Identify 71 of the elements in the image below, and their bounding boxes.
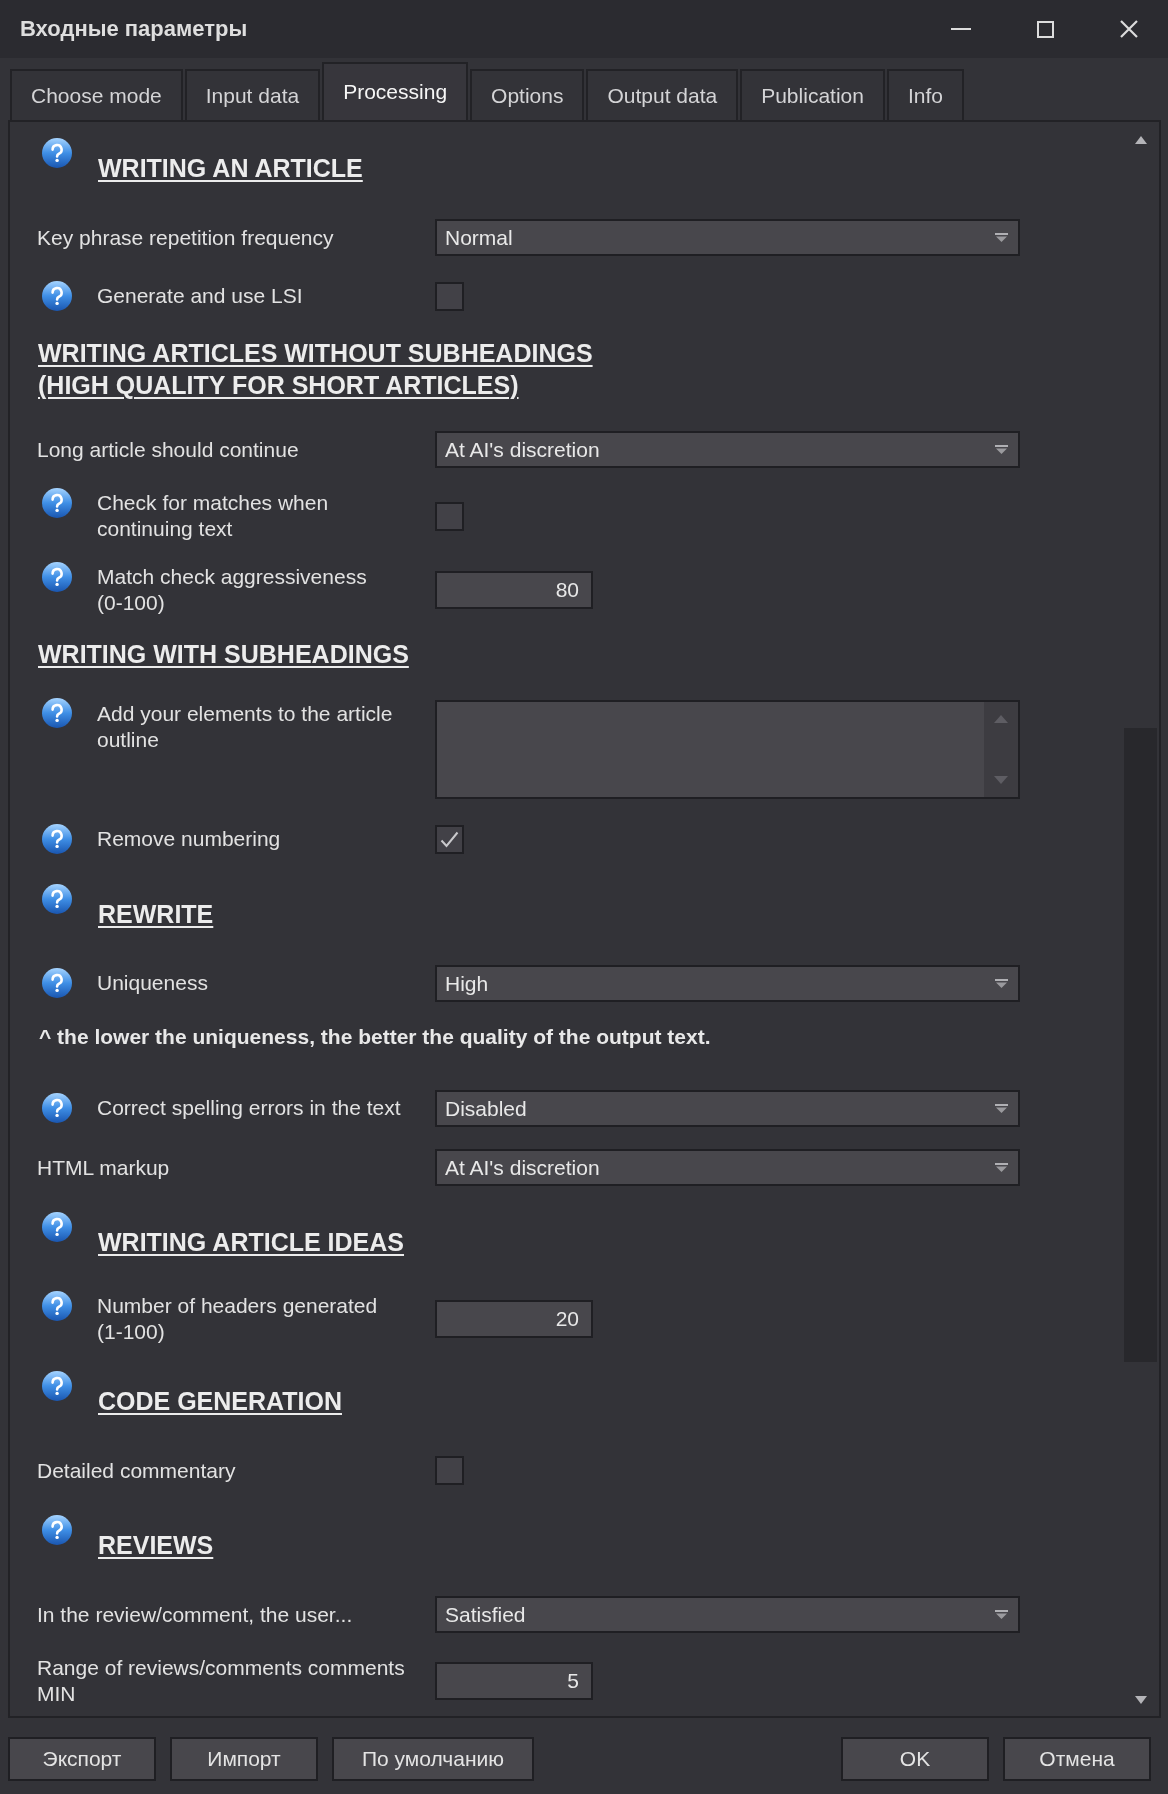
setting-label: Correct spelling errors in the text — [97, 1094, 401, 1121]
maximize-icon[interactable] — [1037, 20, 1054, 38]
setting-label: Add your elements to the article outline — [97, 701, 394, 753]
help-icon[interactable] — [42, 280, 72, 311]
tab[interactable]: Publication — [740, 69, 885, 120]
caret-icon — [995, 1610, 1008, 1619]
checkbox[interactable] — [435, 282, 464, 311]
help-icon[interactable] — [42, 488, 72, 518]
checkbox[interactable] — [435, 1456, 464, 1485]
help-icon[interactable] — [42, 1371, 72, 1401]
dropdown[interactable]: Disabled — [435, 1090, 1020, 1127]
dropdown[interactable]: High — [435, 965, 1020, 1002]
setting-label: In the review/comment, the user... — [37, 1601, 353, 1628]
section-heading: WRITING AN ARTICLE — [98, 153, 363, 184]
caret-icon — [995, 1163, 1008, 1172]
dropdown[interactable]: At AI's discretion — [435, 1149, 1020, 1186]
setting-label: Uniqueness — [97, 969, 208, 996]
dialog-button[interactable]: Экспорт — [8, 1737, 156, 1781]
setting-label: Key phrase repetition frequency — [37, 224, 334, 251]
number-field[interactable]: 5 — [435, 1662, 593, 1700]
hint-text: ^ the lower the uniqueness, the better the quality of the output text. — [39, 1024, 711, 1050]
dialog-button[interactable]: Отмена — [1003, 1737, 1151, 1781]
setting-label: HTML markup — [37, 1154, 170, 1181]
checkbox[interactable] — [435, 825, 464, 854]
checkbox[interactable] — [435, 501, 464, 531]
help-icon[interactable] — [42, 1092, 72, 1123]
help-icon[interactable] — [42, 1515, 72, 1545]
dropdown[interactable]: Satisfied — [435, 1596, 1020, 1633]
dialog-button[interactable]: Импорт — [170, 1737, 318, 1781]
help-icon[interactable] — [42, 562, 72, 592]
dialog-button[interactable]: По умолчанию — [332, 1737, 535, 1781]
section-heading: WRITING WITH SUBHEADINGS — [38, 639, 409, 670]
setting-label: Generate and use LSI — [97, 282, 303, 309]
window-title: Входные параметры — [20, 16, 248, 42]
close-icon[interactable] — [1120, 20, 1138, 38]
caret-icon — [995, 233, 1008, 242]
caret-icon — [995, 1104, 1008, 1113]
tab[interactable]: Options — [470, 69, 585, 120]
dialog-button[interactable]: OK — [841, 1737, 989, 1781]
help-icon[interactable] — [42, 884, 72, 914]
caret-icon — [995, 445, 1008, 454]
section-heading: CODE GENERATION — [98, 1386, 342, 1417]
setting-label: Match check aggressiveness (0-100) — [97, 564, 368, 616]
setting-label: Detailed commentary — [37, 1457, 236, 1484]
scroll-down-arrow-icon[interactable] — [1134, 1696, 1147, 1704]
setting-label: Remove numbering — [97, 825, 281, 852]
tab[interactable]: Choose mode — [10, 69, 183, 120]
scroll-up-arrow-icon[interactable] — [1134, 136, 1147, 144]
setting-label: Range of reviews/comments comments MIN — [37, 1655, 406, 1707]
section-heading: WRITING ARTICLE IDEAS — [98, 1227, 404, 1258]
help-icon[interactable] — [42, 823, 72, 854]
tab[interactable]: Input data — [184, 69, 321, 120]
setting-label: Long article should continue — [37, 436, 299, 463]
help-icon[interactable] — [42, 1212, 72, 1242]
section-heading: REWRITE — [98, 899, 214, 930]
help-icon[interactable] — [42, 698, 72, 728]
dropdown[interactable]: Normal — [435, 219, 1020, 256]
number-field[interactable]: 80 — [435, 571, 593, 609]
tab[interactable]: Info — [886, 69, 964, 120]
tab[interactable]: Processing — [322, 62, 469, 120]
section-heading: WRITING ARTICLES WITHOUT SUBHEADINGS (HIGH QUALITY FOR SHORT ARTICLES) — [38, 338, 594, 401]
help-icon[interactable] — [42, 138, 72, 168]
help-icon[interactable] — [42, 967, 72, 998]
tab[interactable]: Output data — [586, 69, 739, 120]
setting-label: Number of headers generated (1-100) — [97, 1293, 379, 1345]
section-heading: REVIEWS — [98, 1530, 214, 1561]
setting-label: Check for matches when continuing text — [97, 490, 330, 542]
caret-icon — [995, 979, 1008, 988]
help-icon[interactable] — [42, 1291, 72, 1321]
dropdown[interactable]: At AI's discretion — [435, 431, 1020, 468]
number-field[interactable]: 20 — [435, 1300, 593, 1338]
